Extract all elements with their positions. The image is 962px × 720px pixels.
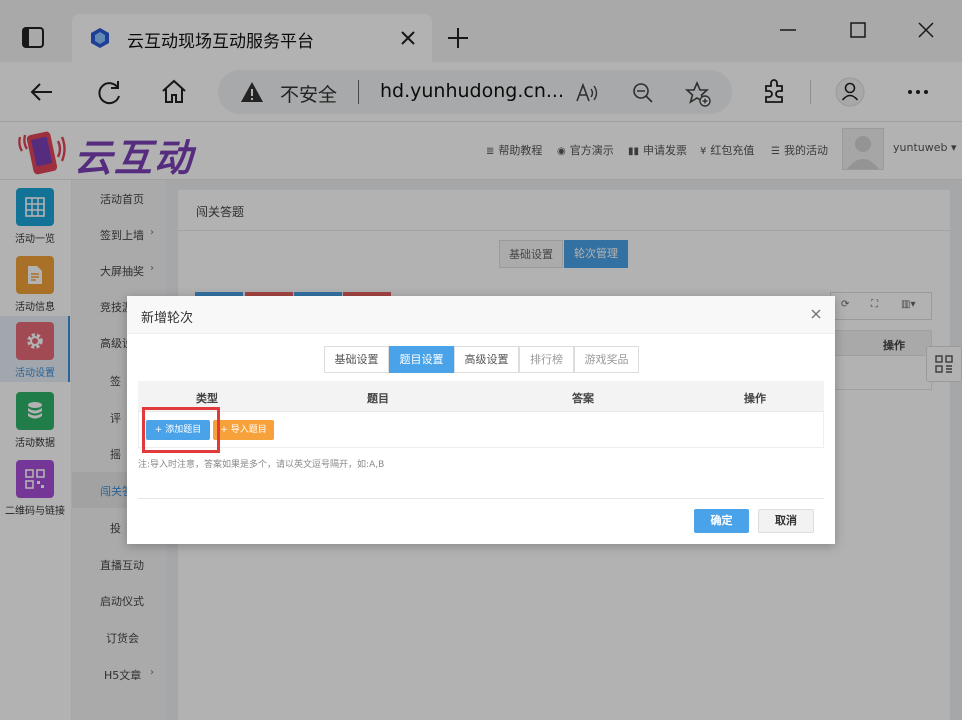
modal-tab-questions[interactable]: 题目设置 [389,346,454,373]
highlight-box [142,407,220,453]
modal-tab-basic[interactable]: 基础设置 [324,346,389,373]
modal-tab-leaderboard[interactable]: 排行榜 [519,346,574,373]
cancel-button[interactable]: 取消 [758,509,814,533]
column-action: 操作 [744,392,766,405]
modal-tab-prizes[interactable]: 游戏奖品 [574,346,639,373]
import-question-button[interactable]: + 导入题目 [213,420,274,440]
modal-footer-divider [138,498,824,499]
modal-title: 新增轮次 [141,311,194,326]
add-round-modal: 新增轮次 基础设置 题目设置 高级设置 排行榜 游戏奖品 类型 题目 答案 操作… [127,296,835,544]
column-type: 类型 [196,392,218,405]
column-question: 题目 [367,392,389,405]
confirm-button[interactable]: 确定 [694,509,749,533]
modal-tab-advanced[interactable]: 高级设置 [454,346,519,373]
column-answer: 答案 [572,392,594,405]
close-icon[interactable] [808,306,824,322]
import-note: 注:导入时注意，答案如果是多个，请以英文逗号隔开，如:A,B [138,460,385,470]
questions-table-header: 类型 题目 答案 操作 [138,381,824,412]
modal-header: 新增轮次 [127,296,835,334]
